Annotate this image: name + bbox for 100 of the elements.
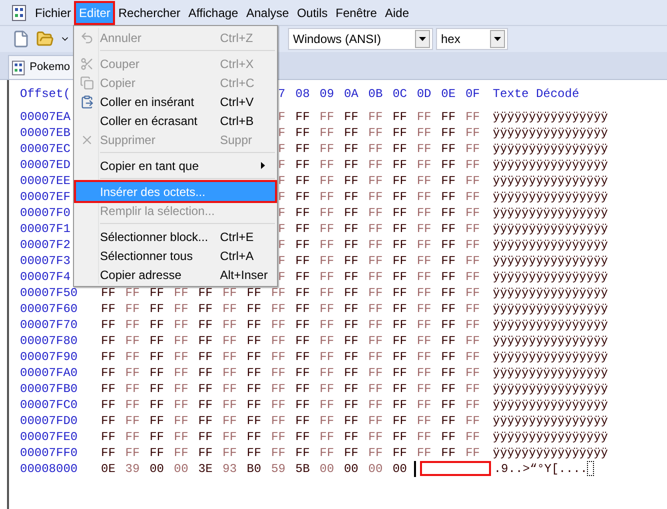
new-file-icon[interactable] bbox=[12, 30, 30, 48]
byte-cell: FF bbox=[465, 205, 480, 221]
folder-icon[interactable] bbox=[36, 30, 54, 48]
byte-cell: FF bbox=[344, 237, 358, 253]
byte-cell: F bbox=[278, 157, 286, 173]
menu-item[interactable]: Affichage bbox=[185, 2, 242, 22]
byte-cell: 00 bbox=[150, 461, 164, 477]
offset-cell: 00008000 bbox=[20, 462, 78, 476]
byte-cell: FF bbox=[222, 285, 237, 301]
byte-cell: FF bbox=[320, 125, 334, 141]
byte-cell: FF bbox=[441, 301, 456, 317]
byte-cell: FF bbox=[246, 365, 262, 381]
menu-item[interactable]: Analyse bbox=[243, 2, 292, 22]
document-tab[interactable]: Pokemo bbox=[8, 55, 74, 79]
menu-item[interactable]: Rechercher bbox=[115, 2, 184, 22]
menu-item[interactable]: Copier adresse Alt+Inser bbox=[76, 265, 275, 284]
offset-cell: 00007EF bbox=[20, 190, 70, 204]
byte-cell: FF bbox=[344, 301, 358, 317]
byte-cell: FF bbox=[101, 413, 116, 429]
offset-cell: 00007F1 bbox=[20, 222, 70, 236]
byte-cell: FF bbox=[392, 189, 407, 205]
menu-item[interactable]: Coller en écrasant Ctrl+B bbox=[76, 111, 275, 130]
byte-cell: FF bbox=[344, 173, 358, 189]
byte-cell: FF bbox=[441, 445, 456, 461]
view-mode-select[interactable]: hex bbox=[436, 28, 508, 50]
byte-cell: FF bbox=[246, 333, 262, 349]
byte-cell: FF bbox=[320, 189, 334, 205]
offset-cell: 00007FA0 bbox=[20, 366, 78, 380]
byte-cell: FF bbox=[320, 381, 334, 397]
byte-cell: FF bbox=[465, 349, 480, 365]
byte-cell: FF bbox=[174, 285, 188, 301]
byte-cell: FF bbox=[392, 365, 407, 381]
offset-cell: 00007F50 bbox=[20, 286, 78, 300]
byte-cell: FF bbox=[416, 317, 432, 333]
byte-cell: FF bbox=[101, 301, 116, 317]
menu-item[interactable]: Fenêtre bbox=[332, 2, 380, 22]
offset-cell: 00007F4 bbox=[20, 270, 70, 284]
menu-item[interactable]: Outils bbox=[294, 2, 331, 22]
menu-item[interactable]: Sélectionner block... Ctrl+E bbox=[76, 227, 275, 246]
byte-cell: FF bbox=[416, 285, 432, 301]
byte-cell: FF bbox=[368, 205, 383, 221]
menu-item[interactable]: Copier en tant que bbox=[76, 156, 275, 175]
offset-cell: 00007EC bbox=[20, 142, 70, 156]
column-header: 0A bbox=[344, 86, 358, 102]
byte-cell: FF bbox=[344, 333, 358, 349]
byte-cell: FF bbox=[344, 285, 358, 301]
byte-cell: FF bbox=[198, 301, 213, 317]
byte-cell: FF bbox=[416, 205, 432, 221]
byte-cell: FF bbox=[271, 381, 286, 397]
offset-cell: 00007EA bbox=[20, 110, 70, 124]
byte-cell: FF bbox=[465, 317, 480, 333]
byte-cell: FF bbox=[125, 445, 140, 461]
byte-cell: FF bbox=[246, 413, 262, 429]
byte-cell: FF bbox=[344, 349, 358, 365]
byte-cell: FF bbox=[198, 413, 213, 429]
app-icon bbox=[12, 60, 25, 76]
byte-cell: FF bbox=[295, 237, 310, 253]
decoded-text: ÿÿÿÿÿÿÿÿÿÿÿÿÿÿÿÿ bbox=[492, 429, 608, 445]
byte-cell: FF bbox=[246, 301, 262, 317]
byte-cell: FF bbox=[198, 285, 213, 301]
offset-cell: 00007FE0 bbox=[20, 430, 78, 444]
byte-cell: F bbox=[278, 173, 286, 189]
byte-cell: FF bbox=[101, 397, 116, 413]
byte-cell: FF bbox=[416, 381, 432, 397]
encoding-select[interactable]: Windows (ANSI) bbox=[288, 28, 433, 50]
decoded-text-header: Texte Décodé bbox=[492, 86, 580, 102]
decoded-text: ÿÿÿÿÿÿÿÿÿÿÿÿÿÿÿÿ bbox=[492, 381, 608, 397]
byte-cell: FF bbox=[295, 189, 310, 205]
byte-cell: FF bbox=[441, 429, 456, 445]
byte-cell: FF bbox=[344, 205, 358, 221]
byte-cell: FF bbox=[295, 125, 310, 141]
menu-item[interactable]: Coller en insérant Ctrl+V bbox=[76, 92, 275, 111]
byte-cell: FF bbox=[441, 349, 456, 365]
byte-cell: FF bbox=[198, 445, 213, 461]
byte-cell: FF bbox=[295, 365, 310, 381]
byte-cell: FF bbox=[174, 301, 188, 317]
decoded-text: ÿÿÿÿÿÿÿÿÿÿÿÿÿÿÿÿ bbox=[492, 253, 608, 269]
offset-cell: 00007FF0 bbox=[20, 446, 78, 460]
byte-cell: F bbox=[278, 237, 286, 253]
byte-cell: FF bbox=[368, 397, 383, 413]
byte-cell: FF bbox=[150, 317, 164, 333]
byte-cell: 00 bbox=[392, 461, 407, 477]
byte-cell: FF bbox=[344, 125, 358, 141]
menu-item[interactable]: Aide bbox=[382, 2, 412, 22]
byte-cell: FF bbox=[174, 413, 188, 429]
byte-cell: FF bbox=[465, 285, 480, 301]
decoded-text: ÿÿÿÿÿÿÿÿÿÿÿÿÿÿÿÿ bbox=[492, 237, 608, 253]
byte-cell: FF bbox=[465, 253, 480, 269]
byte-cell: FF bbox=[271, 301, 286, 317]
byte-cell: FF bbox=[271, 365, 286, 381]
offset-cell: 00007FD0 bbox=[20, 414, 78, 428]
byte-cell: F bbox=[278, 269, 286, 285]
menu-item[interactable]: Sélectionner tous Ctrl+A bbox=[76, 246, 275, 265]
offset-cell: 00007FB0 bbox=[20, 382, 78, 396]
byte-cell: FF bbox=[271, 429, 286, 445]
byte-cell: FF bbox=[416, 301, 432, 317]
byte-cell: FF bbox=[246, 397, 262, 413]
byte-cell: FF bbox=[416, 253, 432, 269]
menu-item[interactable]: Fichier bbox=[32, 2, 74, 22]
byte-cell: FF bbox=[271, 285, 286, 301]
